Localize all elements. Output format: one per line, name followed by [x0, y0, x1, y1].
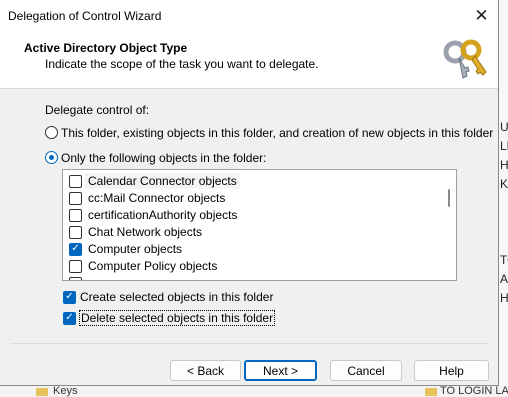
folder-icon	[425, 388, 437, 396]
window-title: Delegation of Control Wizard	[8, 9, 162, 23]
delete-objects-checkbox[interactable]: ✓	[63, 311, 76, 325]
cancel-button[interactable]: Cancel	[330, 360, 402, 381]
radio-only-following-label[interactable]: Only the following objects in the folder…	[61, 151, 266, 165]
radio-only-following[interactable]	[45, 151, 58, 164]
list-item[interactable]: ✓ Computer objects	[69, 240, 182, 258]
checkbox[interactable]	[69, 191, 82, 205]
checkbox[interactable]	[69, 259, 82, 273]
background-text: Kic	[500, 177, 508, 191]
divider	[10, 343, 488, 344]
list-item-partial[interactable]	[69, 274, 82, 280]
list-item-label: Computer Policy objects	[88, 259, 218, 273]
checkmark-icon: ✓	[71, 243, 80, 254]
list-scrollbar[interactable]	[442, 171, 456, 279]
page-title: Active Directory Object Type	[24, 41, 188, 55]
background-window-edge	[499, 0, 508, 397]
background-text: UD	[500, 120, 508, 134]
next-button[interactable]: Next >	[244, 360, 317, 381]
create-objects-label: Create selected objects in this folder	[80, 290, 274, 304]
delete-objects-label: Delete selected objects in this folder	[78, 310, 276, 326]
checkbox[interactable]	[69, 208, 82, 222]
keys-icon	[443, 39, 487, 79]
close-icon: ✕	[474, 6, 489, 25]
delete-objects-option[interactable]: ✓ Delete selected objects in this folder	[63, 309, 276, 327]
delegation-wizard-dialog: Delegation of Control Wizard ✕ Active Di…	[0, 0, 499, 386]
list-item[interactable]: cc:Mail Connector objects	[69, 189, 225, 207]
checkmark-icon: ✓	[65, 291, 74, 302]
background-text: Keys	[53, 385, 78, 397]
list-item-label: cc:Mail Connector objects	[88, 191, 226, 205]
background-text: HC	[500, 291, 508, 305]
back-button[interactable]: < Back	[170, 360, 241, 381]
radio-this-folder[interactable]	[45, 126, 58, 139]
help-button[interactable]: Help	[414, 360, 489, 381]
list-item[interactable]: Computer Policy objects	[69, 257, 217, 275]
background-text: H2	[500, 158, 508, 172]
background-text: LD	[500, 139, 508, 153]
checkbox[interactable]	[69, 276, 82, 280]
page-subtitle: Indicate the scope of the task you want …	[45, 57, 319, 71]
checkbox[interactable]	[69, 225, 82, 239]
list-item[interactable]: certificationAuthority objects	[69, 206, 237, 224]
create-objects-option[interactable]: ✓ Create selected objects in this folder	[63, 288, 273, 306]
list-item-label: certificationAuthority objects	[88, 208, 238, 222]
wizard-header: Active Directory Object Type Indicate th…	[0, 32, 498, 89]
scrollbar-thumb[interactable]	[448, 189, 450, 207]
list-item-label: Computer objects	[88, 242, 183, 256]
list-item-label: Chat Network objects	[88, 225, 203, 239]
checkmark-icon: ✓	[65, 312, 74, 323]
background-text: TO LOGIN LA	[440, 385, 508, 397]
list-item[interactable]: Chat Network objects	[69, 223, 202, 241]
folder-icon	[36, 388, 48, 396]
title-bar: Delegation of Control Wizard ✕	[0, 0, 498, 32]
create-objects-checkbox[interactable]: ✓	[63, 290, 76, 304]
delegate-control-label: Delegate control of:	[45, 103, 150, 117]
background-text: AB	[500, 272, 508, 286]
list-item-label: Calendar Connector objects	[85, 173, 240, 189]
checkbox[interactable]	[69, 174, 82, 188]
checkbox-checked[interactable]: ✓	[69, 242, 82, 256]
background-text: TO	[500, 253, 508, 267]
object-type-list[interactable]: Calendar Connector objects cc:Mail Conne…	[62, 169, 457, 281]
close-button[interactable]: ✕	[465, 0, 498, 32]
list-item[interactable]: Calendar Connector objects	[69, 172, 240, 190]
radio-this-folder-label[interactable]: This folder, existing objects in this fo…	[61, 126, 493, 140]
